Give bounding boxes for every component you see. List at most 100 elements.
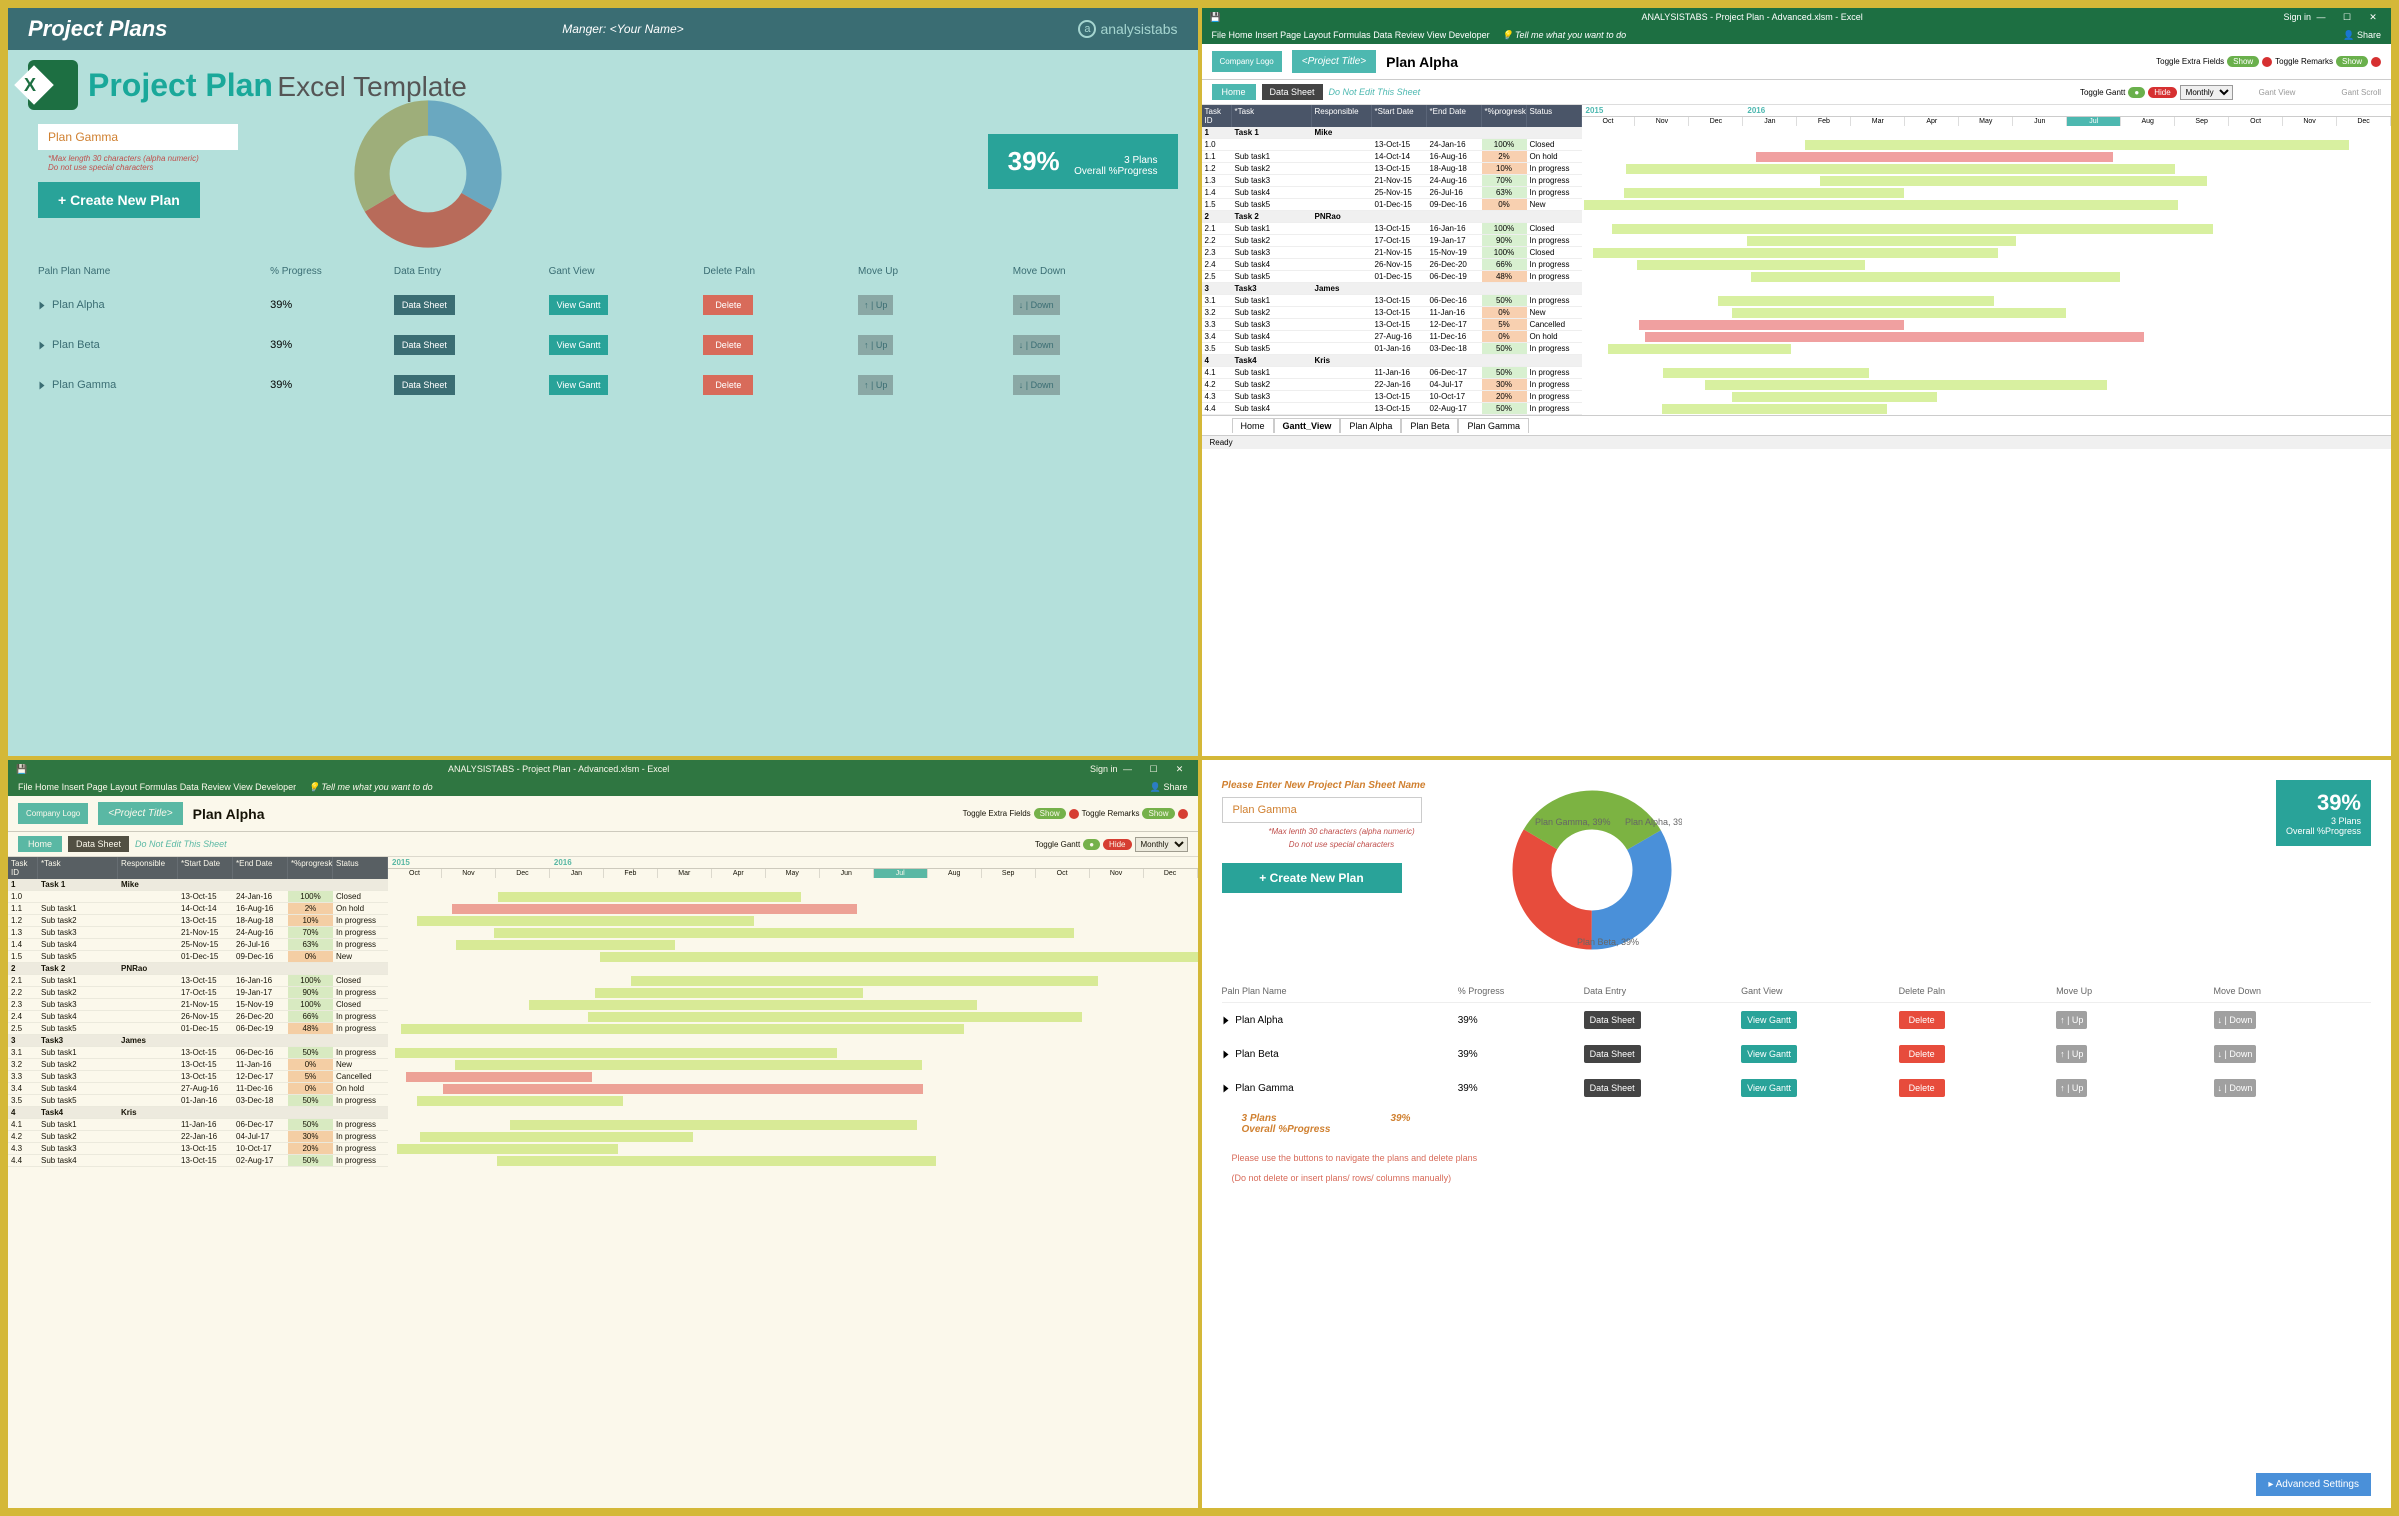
move-up-button[interactable]: ↑ | Up [2056,1079,2087,1097]
ribbon-tab-data[interactable]: Data [1373,30,1392,40]
create-plan-button[interactable]: + Create New Plan [1222,863,1402,893]
gantt-toggle[interactable]: ● [1083,839,1100,850]
move-up-button[interactable]: ↑ | Up [858,375,893,395]
task-row[interactable]: 2.5 Sub task5 01-Dec-15 06-Dec-19 48% In… [8,1023,388,1035]
task-row[interactable]: 2.4 Sub task4 26-Nov-15 26-Dec-20 66% In… [8,1011,388,1023]
hide-button[interactable]: Hide [2148,87,2176,98]
task-row[interactable]: 2.2 Sub task2 17-Oct-15 19-Jan-17 90% In… [8,987,388,999]
sheet-tab-plan-gamma[interactable]: Plan Gamma [1458,418,1529,433]
task-row[interactable]: 1.5 Sub task5 01-Dec-15 09-Dec-16 0% New [1202,199,1582,211]
ribbon-tab-review[interactable]: Review [201,782,231,792]
task-row[interactable]: 4.4 Sub task4 13-Oct-15 02-Aug-17 50% In… [1202,403,1582,415]
tell-me[interactable]: 💡 Tell me what you want to do [308,782,432,793]
task-row[interactable]: 2.3 Sub task3 21-Nov-15 15-Nov-19 100% C… [8,999,388,1011]
ribbon-tab-developer[interactable]: Developer [255,782,296,792]
show-remarks-button[interactable]: Show [2336,56,2368,67]
create-plan-button[interactable]: + Create New Plan [38,182,200,218]
ribbon-tab-file[interactable]: File [18,782,33,792]
task-row[interactable]: 2.4 Sub task4 26-Nov-15 26-Dec-20 66% In… [1202,259,1582,271]
task-row[interactable]: 3.2 Sub task2 13-Oct-15 11-Jan-16 0% New [1202,307,1582,319]
task-row[interactable]: 4.3 Sub task3 13-Oct-15 10-Oct-17 20% In… [8,1143,388,1155]
task-row[interactable]: 3.3 Sub task3 13-Oct-15 12-Dec-17 5% Can… [1202,319,1582,331]
show-remarks-button[interactable]: Show [1142,808,1174,819]
view-gantt-button[interactable]: View Gantt [1741,1011,1797,1029]
task-row[interactable]: 3.5 Sub task5 01-Jan-16 03-Dec-18 50% In… [1202,343,1582,355]
task-row[interactable]: 4.1 Sub task1 11-Jan-16 06-Dec-17 50% In… [1202,367,1582,379]
ribbon-tab-insert[interactable]: Insert [1255,30,1278,40]
ribbon-tab-formulas[interactable]: Formulas [1333,30,1371,40]
task-row[interactable]: 1.3 Sub task3 21-Nov-15 24-Aug-16 70% In… [8,927,388,939]
task-row[interactable]: 1.1 Sub task1 14-Oct-14 16-Aug-16 2% On … [8,903,388,915]
task-row[interactable]: 2.1 Sub task1 13-Oct-15 16-Jan-16 100% C… [1202,223,1582,235]
task-row[interactable]: 1.2 Sub task2 13-Oct-15 18-Aug-18 10% In… [8,915,388,927]
task-row[interactable]: 2.3 Sub task3 21-Nov-15 15-Nov-19 100% C… [1202,247,1582,259]
close-button[interactable]: ✕ [2363,12,2383,23]
move-up-button[interactable]: ↑ | Up [858,335,893,355]
datasheet-button[interactable]: Data Sheet [394,375,455,395]
share-button[interactable]: 👤 Share [1150,782,1188,793]
datasheet-button[interactable]: Data Sheet [1584,1079,1641,1097]
ribbon-tab-developer[interactable]: Developer [1449,30,1490,40]
tell-me[interactable]: 💡 Tell me what you want to do [1502,30,1626,41]
delete-button[interactable]: Delete [1899,1011,1945,1029]
task-row[interactable]: 1.4 Sub task4 25-Nov-15 26-Jul-16 63% In… [1202,187,1582,199]
close-button[interactable]: ✕ [1170,764,1190,775]
task-row[interactable]: 4 Task4 Kris [8,1107,388,1119]
delete-button[interactable]: Delete [1899,1079,1945,1097]
move-down-button[interactable]: ↓ | Down [2214,1079,2257,1097]
delete-button[interactable]: Delete [703,335,753,355]
view-gantt-button[interactable]: View Gantt [549,335,609,355]
delete-button[interactable]: Delete [703,295,753,315]
maximize-button[interactable]: ☐ [1144,764,1164,775]
datasheet-button[interactable]: Data Sheet [394,295,455,315]
nav-datasheet-button[interactable]: Data Sheet [1262,84,1323,100]
ribbon-tab-page-layout[interactable]: Page Layout [1280,30,1331,40]
task-row[interactable]: 2.5 Sub task5 01-Dec-15 06-Dec-19 48% In… [1202,271,1582,283]
show-extra-button[interactable]: Show [1034,808,1066,819]
ribbon-tab-review[interactable]: Review [1395,30,1425,40]
view-gantt-button[interactable]: View Gantt [549,295,609,315]
period-select[interactable]: Monthly [2180,85,2233,100]
task-row[interactable]: 4.2 Sub task2 22-Jan-16 04-Jul-17 30% In… [1202,379,1582,391]
ribbon-tab-formulas[interactable]: Formulas [140,782,178,792]
move-up-button[interactable]: ↑ | Up [2056,1011,2087,1029]
datasheet-button[interactable]: Data Sheet [1584,1045,1641,1063]
sheet-tab-gantt-view[interactable]: Gantt_View [1274,418,1341,433]
view-gantt-button[interactable]: View Gantt [1741,1079,1797,1097]
save-icon[interactable]: 💾 [16,764,27,775]
task-row[interactable]: 3.3 Sub task3 13-Oct-15 12-Dec-17 5% Can… [8,1071,388,1083]
task-row[interactable]: 3.5 Sub task5 01-Jan-16 03-Dec-18 50% In… [8,1095,388,1107]
ribbon-tab-data[interactable]: Data [180,782,199,792]
task-row[interactable]: 3.2 Sub task2 13-Oct-15 11-Jan-16 0% New [8,1059,388,1071]
hide-button[interactable]: Hide [1103,839,1131,850]
move-down-button[interactable]: ↓ | Down [1013,295,1060,315]
sheet-tab-plan-alpha[interactable]: Plan Alpha [1340,418,1401,433]
minimize-button[interactable]: — [1118,764,1138,775]
ribbon-tab-view[interactable]: View [233,782,252,792]
task-row[interactable]: 1 Task 1 Mike [1202,127,1582,139]
task-row[interactable]: 3.1 Sub task1 13-Oct-15 06-Dec-16 50% In… [8,1047,388,1059]
task-row[interactable]: 1.3 Sub task3 21-Nov-15 24-Aug-16 70% In… [1202,175,1582,187]
share-button[interactable]: 👤 Share [2343,30,2381,41]
task-row[interactable]: 4.4 Sub task4 13-Oct-15 02-Aug-17 50% In… [8,1155,388,1167]
task-row[interactable]: 3 Task3 James [1202,283,1582,295]
task-row[interactable]: 3.4 Sub task4 27-Aug-16 11-Dec-16 0% On … [1202,331,1582,343]
task-row[interactable]: 4.3 Sub task3 13-Oct-15 10-Oct-17 20% In… [1202,391,1582,403]
ribbon-tab-home[interactable]: Home [1229,30,1253,40]
task-row[interactable]: 2.2 Sub task2 17-Oct-15 19-Jan-17 90% In… [1202,235,1582,247]
sheet-tab-home[interactable]: Home [1232,418,1274,433]
ribbon-tab-home[interactable]: Home [35,782,59,792]
task-row[interactable]: 1.2 Sub task2 13-Oct-15 18-Aug-18 10% In… [1202,163,1582,175]
ribbon-tab-view[interactable]: View [1427,30,1446,40]
task-row[interactable]: 3 Task3 James [8,1035,388,1047]
move-down-button[interactable]: ↓ | Down [2214,1045,2257,1063]
move-up-button[interactable]: ↑ | Up [858,295,893,315]
task-row[interactable]: 4.1 Sub task1 11-Jan-16 06-Dec-17 50% In… [8,1119,388,1131]
plan-name-input[interactable]: Plan Gamma [1222,797,1422,823]
task-row[interactable]: 3.1 Sub task1 13-Oct-15 06-Dec-16 50% In… [1202,295,1582,307]
delete-button[interactable]: Delete [703,375,753,395]
advanced-settings-button[interactable]: ▸ Advanced Settings [2256,1473,2371,1496]
ribbon-tab-file[interactable]: File [1212,30,1227,40]
sheet-tab-plan-beta[interactable]: Plan Beta [1401,418,1458,433]
task-row[interactable]: 2.1 Sub task1 13-Oct-15 16-Jan-16 100% C… [8,975,388,987]
